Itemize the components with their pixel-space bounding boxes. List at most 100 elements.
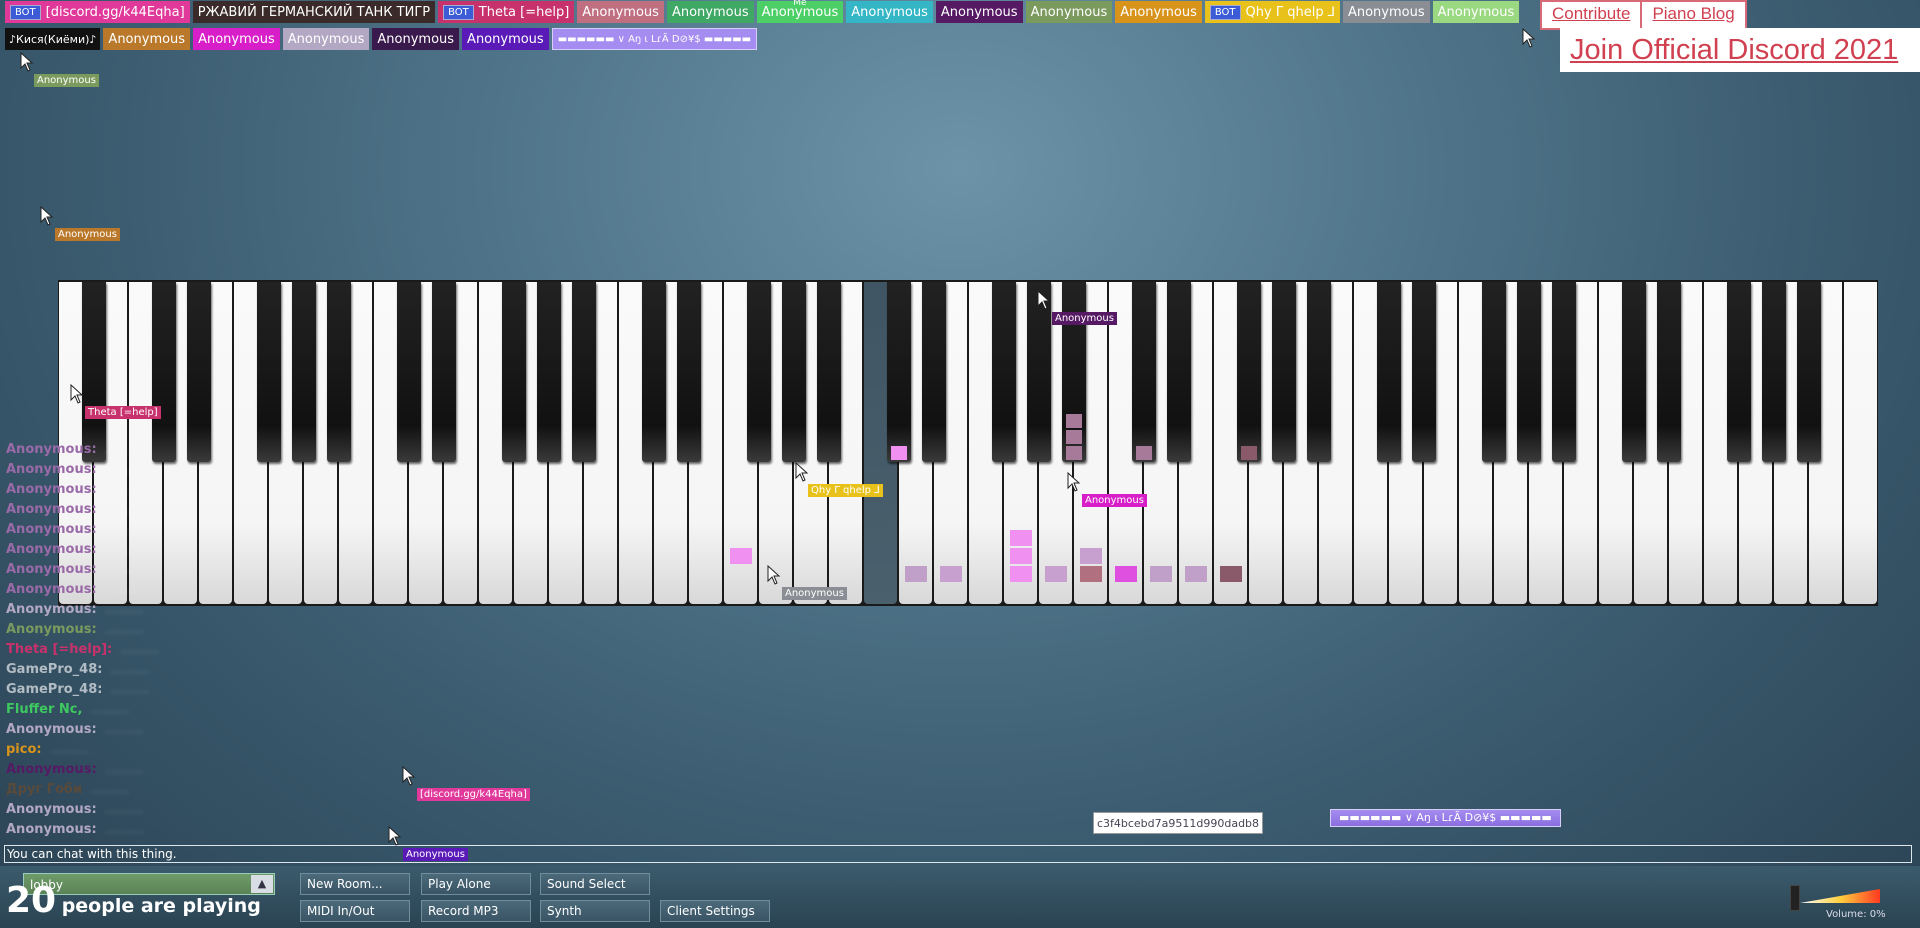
chat-author[interactable]: Anonymous: — [6, 802, 97, 817]
chat-author[interactable]: Theta [=help]: — [6, 642, 112, 657]
contribute-link[interactable]: Contribute — [1540, 0, 1643, 30]
piano-black-key[interactable] — [1237, 282, 1261, 462]
piano-black-key[interactable] — [1762, 282, 1786, 462]
user-tag[interactable]: Anonymous — [372, 28, 460, 50]
piano-black-key[interactable] — [1377, 282, 1401, 462]
user-tag[interactable]: BOT [discord.gg/k44Eqha] — [5, 1, 190, 23]
piano-white-key[interactable] — [1844, 282, 1877, 604]
chat-author[interactable]: Anonymous: — [6, 542, 97, 557]
user-tag[interactable]: Anonymous — [1115, 1, 1202, 23]
user-tag[interactable]: Anonymous — [846, 1, 933, 23]
user-tag[interactable]: РЖАВИЙ ГЕРМАНСКИЙ ТАНК ТИГР — [192, 1, 436, 23]
chat-author[interactable]: Anonymous: — [6, 822, 97, 837]
client-settings-button[interactable]: Client Settings — [660, 900, 770, 922]
user-tag[interactable]: Anonymous — [462, 28, 549, 50]
piano-black-key[interactable] — [502, 282, 526, 462]
piano-black-key[interactable] — [1132, 282, 1156, 462]
piano-black-key[interactable] — [1552, 282, 1576, 462]
chat-author[interactable]: Anonymous: — [6, 482, 97, 497]
midi-button[interactable]: MIDI In/Out — [300, 900, 410, 922]
note-highlight — [1066, 446, 1082, 460]
chat-author[interactable]: Anonymous: — [6, 622, 97, 637]
chat-message: Anonymous: ……… — [6, 480, 706, 500]
chat-message: Anonymous: ……… — [6, 540, 706, 560]
piano-black-key[interactable] — [292, 282, 316, 462]
piano-black-key[interactable] — [642, 282, 666, 462]
chat-author[interactable]: Fluffer Nc, — [6, 702, 82, 717]
piano-black-key[interactable] — [327, 282, 351, 462]
volume-control[interactable]: Volume: 0% — [1790, 885, 1890, 925]
discord-banner-link[interactable]: Join Official Discord 2021 — [1560, 28, 1920, 72]
chat-author[interactable]: GamePro_48: — [6, 682, 102, 697]
user-tag[interactable]: Anonymous — [282, 28, 370, 50]
piano-black-key[interactable] — [397, 282, 421, 462]
piano-black-key[interactable] — [782, 282, 806, 462]
piano-black-key[interactable] — [1412, 282, 1436, 462]
piano-black-key[interactable] — [187, 282, 211, 462]
chat-text: ……… — [49, 742, 89, 757]
piano-black-key[interactable] — [1622, 282, 1646, 462]
chat-author[interactable]: Anonymous: — [6, 562, 97, 577]
user-tag[interactable]: BOT Theta [=help] — [438, 1, 575, 23]
piano-black-key[interactable] — [817, 282, 841, 462]
user-tag[interactable]: Anonymous — [935, 1, 1023, 23]
chat-author[interactable]: Anonymous: — [6, 502, 97, 517]
chat-author[interactable]: GamePro_48: — [6, 662, 102, 677]
chat-author[interactable]: Anonymous: — [6, 462, 97, 477]
chat-author[interactable]: Anonymous: — [6, 522, 97, 537]
piano-black-key[interactable] — [677, 282, 701, 462]
piano-black-key[interactable] — [152, 282, 176, 462]
piano-black-key[interactable] — [537, 282, 561, 462]
piano-black-key[interactable] — [257, 282, 281, 462]
user-tag[interactable]: Anonymous — [103, 28, 191, 50]
chat-author[interactable]: Anonymous: — [6, 762, 97, 777]
new-room-button[interactable]: New Room... — [300, 873, 410, 895]
piano-black-key[interactable] — [992, 282, 1016, 462]
user-tag[interactable]: ▬▬▬▬▬▬ ∨ Aŋ ι LɾÃ D⊘¥$ ▬▬▬▬▬ — [551, 28, 758, 50]
note-highlight — [1080, 548, 1102, 564]
chat-author[interactable]: Anonymous: — [6, 602, 97, 617]
user-name: [discord.gg/k44Eqha] — [45, 4, 185, 20]
piano-black-key[interactable] — [747, 282, 771, 462]
piano-black-key[interactable] — [432, 282, 456, 462]
piano-black-key[interactable] — [1482, 282, 1506, 462]
play-alone-button[interactable]: Play Alone — [421, 873, 531, 895]
volume-knob[interactable] — [1790, 885, 1800, 911]
chat-author[interactable]: Друг Гоби — [6, 782, 82, 797]
chat-author[interactable]: Anonymous: — [6, 722, 97, 737]
chat-input[interactable]: You can chat with this thing. — [4, 845, 1912, 863]
user-id-box[interactable]: c3f4bcebd7a9511d990dadb8 — [1093, 812, 1263, 834]
piano-black-key[interactable] — [1272, 282, 1296, 462]
sound-select-button[interactable]: Sound Select — [540, 873, 650, 895]
user-tag[interactable]: Anonymous — [1025, 1, 1113, 23]
chat-author[interactable]: Anonymous: — [6, 582, 97, 597]
user-tag[interactable]: Anonymous — [1342, 1, 1430, 23]
piano-black-key[interactable] — [887, 282, 911, 462]
volume-slider-track[interactable] — [1800, 889, 1880, 903]
user-tag[interactable]: BOT Qhy Γ qhelp ⅃ — [1204, 1, 1340, 23]
piano-black-key[interactable] — [1657, 282, 1681, 462]
piano-blog-link[interactable]: Piano Blog — [1640, 0, 1747, 30]
user-tag[interactable]: ♪Кися(Киёми)♪ — [5, 28, 101, 50]
record-mp3-button[interactable]: Record MP3 — [421, 900, 531, 922]
piano-black-key[interactable] — [922, 282, 946, 462]
piano-black-key[interactable] — [1517, 282, 1541, 462]
user-tag[interactable]: Anonymous — [756, 1, 844, 23]
user-tag[interactable]: Anonymous — [1432, 1, 1520, 23]
synth-button[interactable]: Synth — [540, 900, 650, 922]
volume-label: Volume: 0% — [1826, 909, 1886, 920]
piano-black-key[interactable] — [1727, 282, 1751, 462]
chat-author[interactable]: pico: — [6, 742, 42, 757]
piano-black-key[interactable] — [1307, 282, 1331, 462]
piano-black-key[interactable] — [1167, 282, 1191, 462]
cursor-name-label: Anonymous — [782, 587, 847, 600]
piano-black-key[interactable] — [82, 282, 106, 462]
cursor-label-fancy: ▬▬▬▬▬▬ ∨ Aŋ ι LɾÃ D⊘¥$ ▬▬▬▬▬ — [1330, 809, 1561, 827]
piano-black-key[interactable] — [1797, 282, 1821, 462]
user-tag[interactable]: Anonymous — [193, 28, 280, 50]
chat-message: Fluffer Nc, ……… — [6, 700, 706, 720]
chat-author[interactable]: Anonymous: — [6, 442, 97, 457]
piano-black-key[interactable] — [572, 282, 596, 462]
user-tag[interactable]: Anonymous — [577, 1, 664, 23]
user-tag[interactable]: Anonymous — [666, 1, 754, 23]
